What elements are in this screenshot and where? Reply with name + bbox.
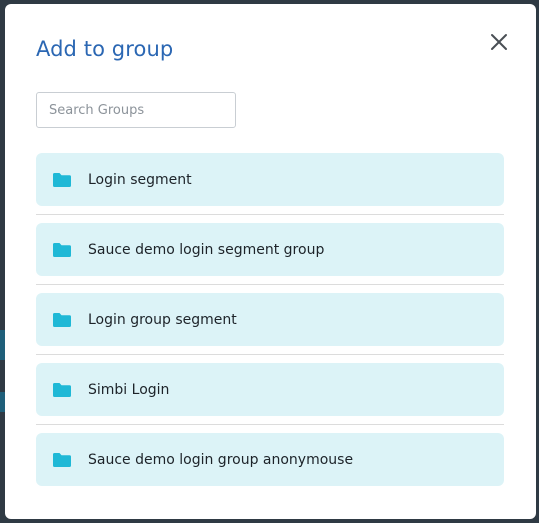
group-item-login-group-segment[interactable]: Login group segment (36, 293, 504, 346)
close-icon (491, 34, 507, 50)
group-item-simbi-login[interactable]: Simbi Login (36, 363, 504, 416)
folder-icon (52, 312, 72, 328)
folder-icon (52, 172, 72, 188)
group-list: Login segment Sauce demo login segment g… (36, 153, 504, 486)
group-item-sauce-demo-login-group-anonymouse[interactable]: Sauce demo login group anonymouse (36, 433, 504, 486)
folder-icon (52, 242, 72, 258)
divider (36, 424, 504, 425)
divider (36, 354, 504, 355)
group-label: Sauce demo login segment group (88, 241, 325, 258)
group-label: Login group segment (88, 311, 237, 328)
folder-icon (52, 382, 72, 398)
group-item-sauce-demo-login-segment-group[interactable]: Sauce demo login segment group (36, 223, 504, 276)
group-label: Simbi Login (88, 381, 170, 398)
add-to-group-dialog: Add to group Login segment Sauce demo lo… (5, 4, 536, 519)
close-button[interactable] (488, 31, 510, 53)
folder-icon (52, 452, 72, 468)
divider (36, 214, 504, 215)
group-label: Sauce demo login group anonymouse (88, 451, 354, 468)
group-item-login-segment[interactable]: Login segment (36, 153, 504, 206)
dialog-title: Add to group (36, 37, 174, 61)
divider (36, 284, 504, 285)
group-label: Login segment (88, 171, 192, 188)
search-groups-input[interactable] (36, 92, 236, 128)
